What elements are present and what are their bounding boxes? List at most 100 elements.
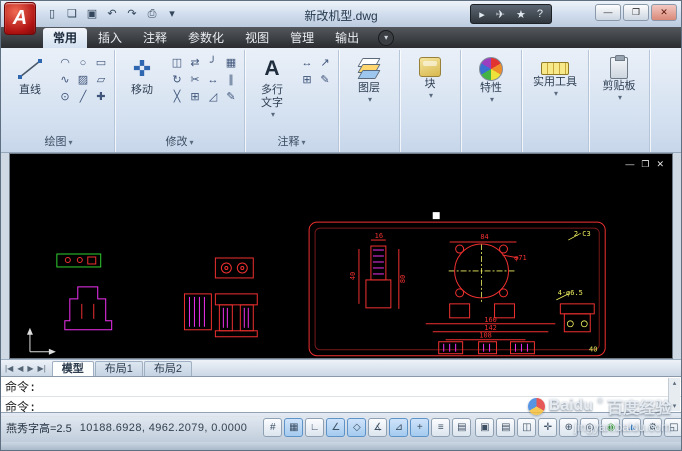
line-tool-button[interactable]: 直线 bbox=[7, 53, 53, 96]
ribbon-minimize-icon[interactable]: ▾ bbox=[378, 30, 395, 46]
infocenter-expand-icon[interactable]: ▸ bbox=[479, 8, 485, 21]
arc-icon[interactable]: ◠ bbox=[56, 55, 74, 72]
rectangle-icon[interactable]: ▭ bbox=[92, 55, 110, 72]
tab-layout1[interactable]: 布局1 bbox=[94, 361, 143, 376]
last-tab-icon[interactable]: ▶| bbox=[38, 364, 46, 373]
mtext-tool-button[interactable]: A 多行 文字 ▾ bbox=[249, 53, 295, 119]
tab-layout2[interactable]: 布局2 bbox=[143, 361, 193, 376]
ortho-toggle[interactable]: ∟ bbox=[305, 418, 325, 437]
polygon-icon[interactable]: ▱ bbox=[92, 72, 110, 89]
next-tab-icon[interactable]: ▶ bbox=[27, 364, 33, 373]
move-icon: ✜ bbox=[132, 56, 152, 81]
workspace-gear-icon[interactable]: ⚙ bbox=[643, 418, 663, 437]
quickprops-toggle[interactable]: ▤ bbox=[452, 418, 472, 437]
clipboard-button[interactable]: 剪贴板 ▾ bbox=[593, 53, 645, 102]
panel-label-draw[interactable]: 绘图 ▾ bbox=[5, 135, 112, 151]
doc-close-icon[interactable]: ✕ bbox=[656, 159, 664, 169]
lineweight-toggle[interactable]: ≡ bbox=[431, 418, 451, 437]
mirror-icon[interactable]: ⇄ bbox=[186, 55, 204, 72]
doc-restore-icon[interactable]: ❐ bbox=[641, 159, 649, 169]
linear-dimension-icon[interactable]: ↔ bbox=[298, 55, 316, 72]
tab-model[interactable]: 模型 bbox=[51, 361, 94, 376]
open-file-icon[interactable]: ❏ bbox=[63, 6, 81, 23]
donut-icon[interactable]: ⊙ bbox=[56, 89, 74, 106]
doc-minimize-icon[interactable]: — bbox=[625, 159, 634, 169]
copy-icon[interactable]: ◫ bbox=[168, 55, 186, 72]
communication-center-icon[interactable]: ✈ bbox=[496, 8, 505, 21]
zoom-icon[interactable]: ⊕ bbox=[559, 418, 579, 437]
layer-properties-button[interactable]: 图层 ▾ bbox=[343, 53, 395, 104]
close-button[interactable]: ✕ bbox=[651, 4, 677, 21]
tab-view[interactable]: 视图 bbox=[235, 28, 279, 48]
command-input-line[interactable]: 命令: bbox=[1, 397, 681, 417]
rotate-icon[interactable]: ↻ bbox=[168, 72, 186, 89]
panel-label-annotation[interactable]: 注释 ▾ bbox=[247, 135, 336, 151]
minimize-button[interactable]: — bbox=[595, 4, 621, 21]
panel-label-modify[interactable]: 修改 ▾ bbox=[117, 135, 242, 151]
command-history-line: 命令: bbox=[1, 377, 681, 397]
scale-icon[interactable]: ◿ bbox=[204, 89, 222, 106]
table-icon[interactable]: ⊞ bbox=[298, 72, 316, 89]
block-button[interactable]: 块 ▾ bbox=[404, 53, 456, 100]
osnap-toggle[interactable]: ◇ bbox=[347, 418, 367, 437]
spline-icon[interactable]: ∿ bbox=[56, 72, 74, 89]
move-tool-button[interactable]: ✜ 移动 bbox=[119, 53, 165, 97]
ducs-toggle[interactable]: ⊿ bbox=[389, 418, 409, 437]
trim-icon[interactable]: ✂ bbox=[186, 72, 204, 89]
drawing-canvas[interactable]: — ❐ ✕ 16 40 80 84 2-C3 φ71 4-φ6.5 160 14… bbox=[9, 153, 673, 359]
cad-drawing[interactable]: 16 40 80 84 2-C3 φ71 4-φ6.5 160 142 108 … bbox=[10, 154, 672, 358]
coordinates-readout[interactable]: 10188.6928, 4962.2079, 0.0000 bbox=[80, 422, 248, 434]
dyn-toggle[interactable]: + bbox=[410, 418, 430, 437]
plot-icon[interactable]: ⎙ bbox=[143, 6, 161, 23]
tab-manage[interactable]: 管理 bbox=[280, 28, 324, 48]
model-button[interactable]: ▣ bbox=[475, 418, 495, 437]
qat-menu-icon[interactable]: ▾ bbox=[163, 6, 181, 23]
save-icon[interactable]: ▣ bbox=[83, 6, 101, 23]
multileader-icon[interactable]: ↗ bbox=[316, 55, 334, 72]
quick-view-layouts-icon[interactable]: ▤ bbox=[496, 418, 516, 437]
circle-icon[interactable]: ○ bbox=[74, 55, 92, 72]
prev-tab-icon[interactable]: ◀ bbox=[17, 364, 23, 373]
snap-toggle[interactable]: # bbox=[263, 418, 283, 437]
point-icon[interactable]: ✚ bbox=[92, 89, 110, 106]
tab-insert[interactable]: 插入 bbox=[88, 28, 132, 48]
explode-icon[interactable]: ⊞ bbox=[186, 89, 204, 106]
tab-output[interactable]: 输出 bbox=[325, 28, 369, 48]
tab-home[interactable]: 常用 bbox=[43, 28, 88, 48]
help-icon[interactable]: ? bbox=[537, 8, 543, 20]
redo-icon[interactable]: ↷ bbox=[123, 6, 141, 23]
offset-icon[interactable]: ∥ bbox=[222, 72, 240, 89]
text-style-icon[interactable]: ✎ bbox=[316, 72, 334, 89]
hatch-icon[interactable]: ▨ bbox=[74, 72, 92, 89]
cleanscreen-icon[interactable]: ◱ bbox=[664, 418, 681, 437]
utilities-button[interactable]: 实用工具 ▾ bbox=[526, 53, 584, 98]
grid-toggle[interactable]: ▦ bbox=[284, 418, 304, 437]
steering-wheel-icon[interactable]: ◎ bbox=[580, 418, 600, 437]
annotation-visibility-icon[interactable]: ◉ bbox=[601, 418, 621, 437]
tab-parametric[interactable]: 参数化 bbox=[178, 28, 234, 48]
chevron-down-icon: ▾ bbox=[367, 95, 372, 104]
ray-icon[interactable]: ╱ bbox=[74, 89, 92, 106]
properties-button[interactable]: 特性 ▾ bbox=[465, 53, 517, 104]
undo-icon[interactable]: ↶ bbox=[103, 6, 121, 23]
stretch-icon[interactable]: ↔ bbox=[204, 72, 222, 89]
favorites-icon[interactable]: ★ bbox=[516, 8, 526, 21]
edit-polyline-icon[interactable]: ✎ bbox=[222, 89, 240, 106]
layers-icon bbox=[356, 57, 382, 81]
scroll-up-icon[interactable]: ▴ bbox=[673, 379, 677, 387]
scroll-down-icon[interactable]: ▾ bbox=[673, 402, 677, 410]
command-scrollbar[interactable]: ▴ ▾ bbox=[668, 378, 680, 411]
application-menu-button[interactable]: A bbox=[4, 2, 36, 35]
first-tab-icon[interactable]: |◀ bbox=[5, 364, 13, 373]
pan-icon[interactable]: ✛ bbox=[538, 418, 558, 437]
tab-annotate[interactable]: 注释 bbox=[133, 28, 177, 48]
fillet-icon[interactable]: ╯ bbox=[204, 55, 222, 72]
erase-icon[interactable]: ╳ bbox=[168, 89, 186, 106]
new-file-icon[interactable]: ▯ bbox=[43, 6, 61, 23]
quick-view-drawings-icon[interactable]: ◫ bbox=[517, 418, 537, 437]
annotation-scale-icon[interactable]: ▲ bbox=[622, 418, 642, 437]
otrack-toggle[interactable]: ∡ bbox=[368, 418, 388, 437]
polar-toggle[interactable]: ∠ bbox=[326, 418, 346, 437]
array-icon[interactable]: ▦ bbox=[222, 55, 240, 72]
restore-button[interactable]: ❐ bbox=[623, 4, 649, 21]
